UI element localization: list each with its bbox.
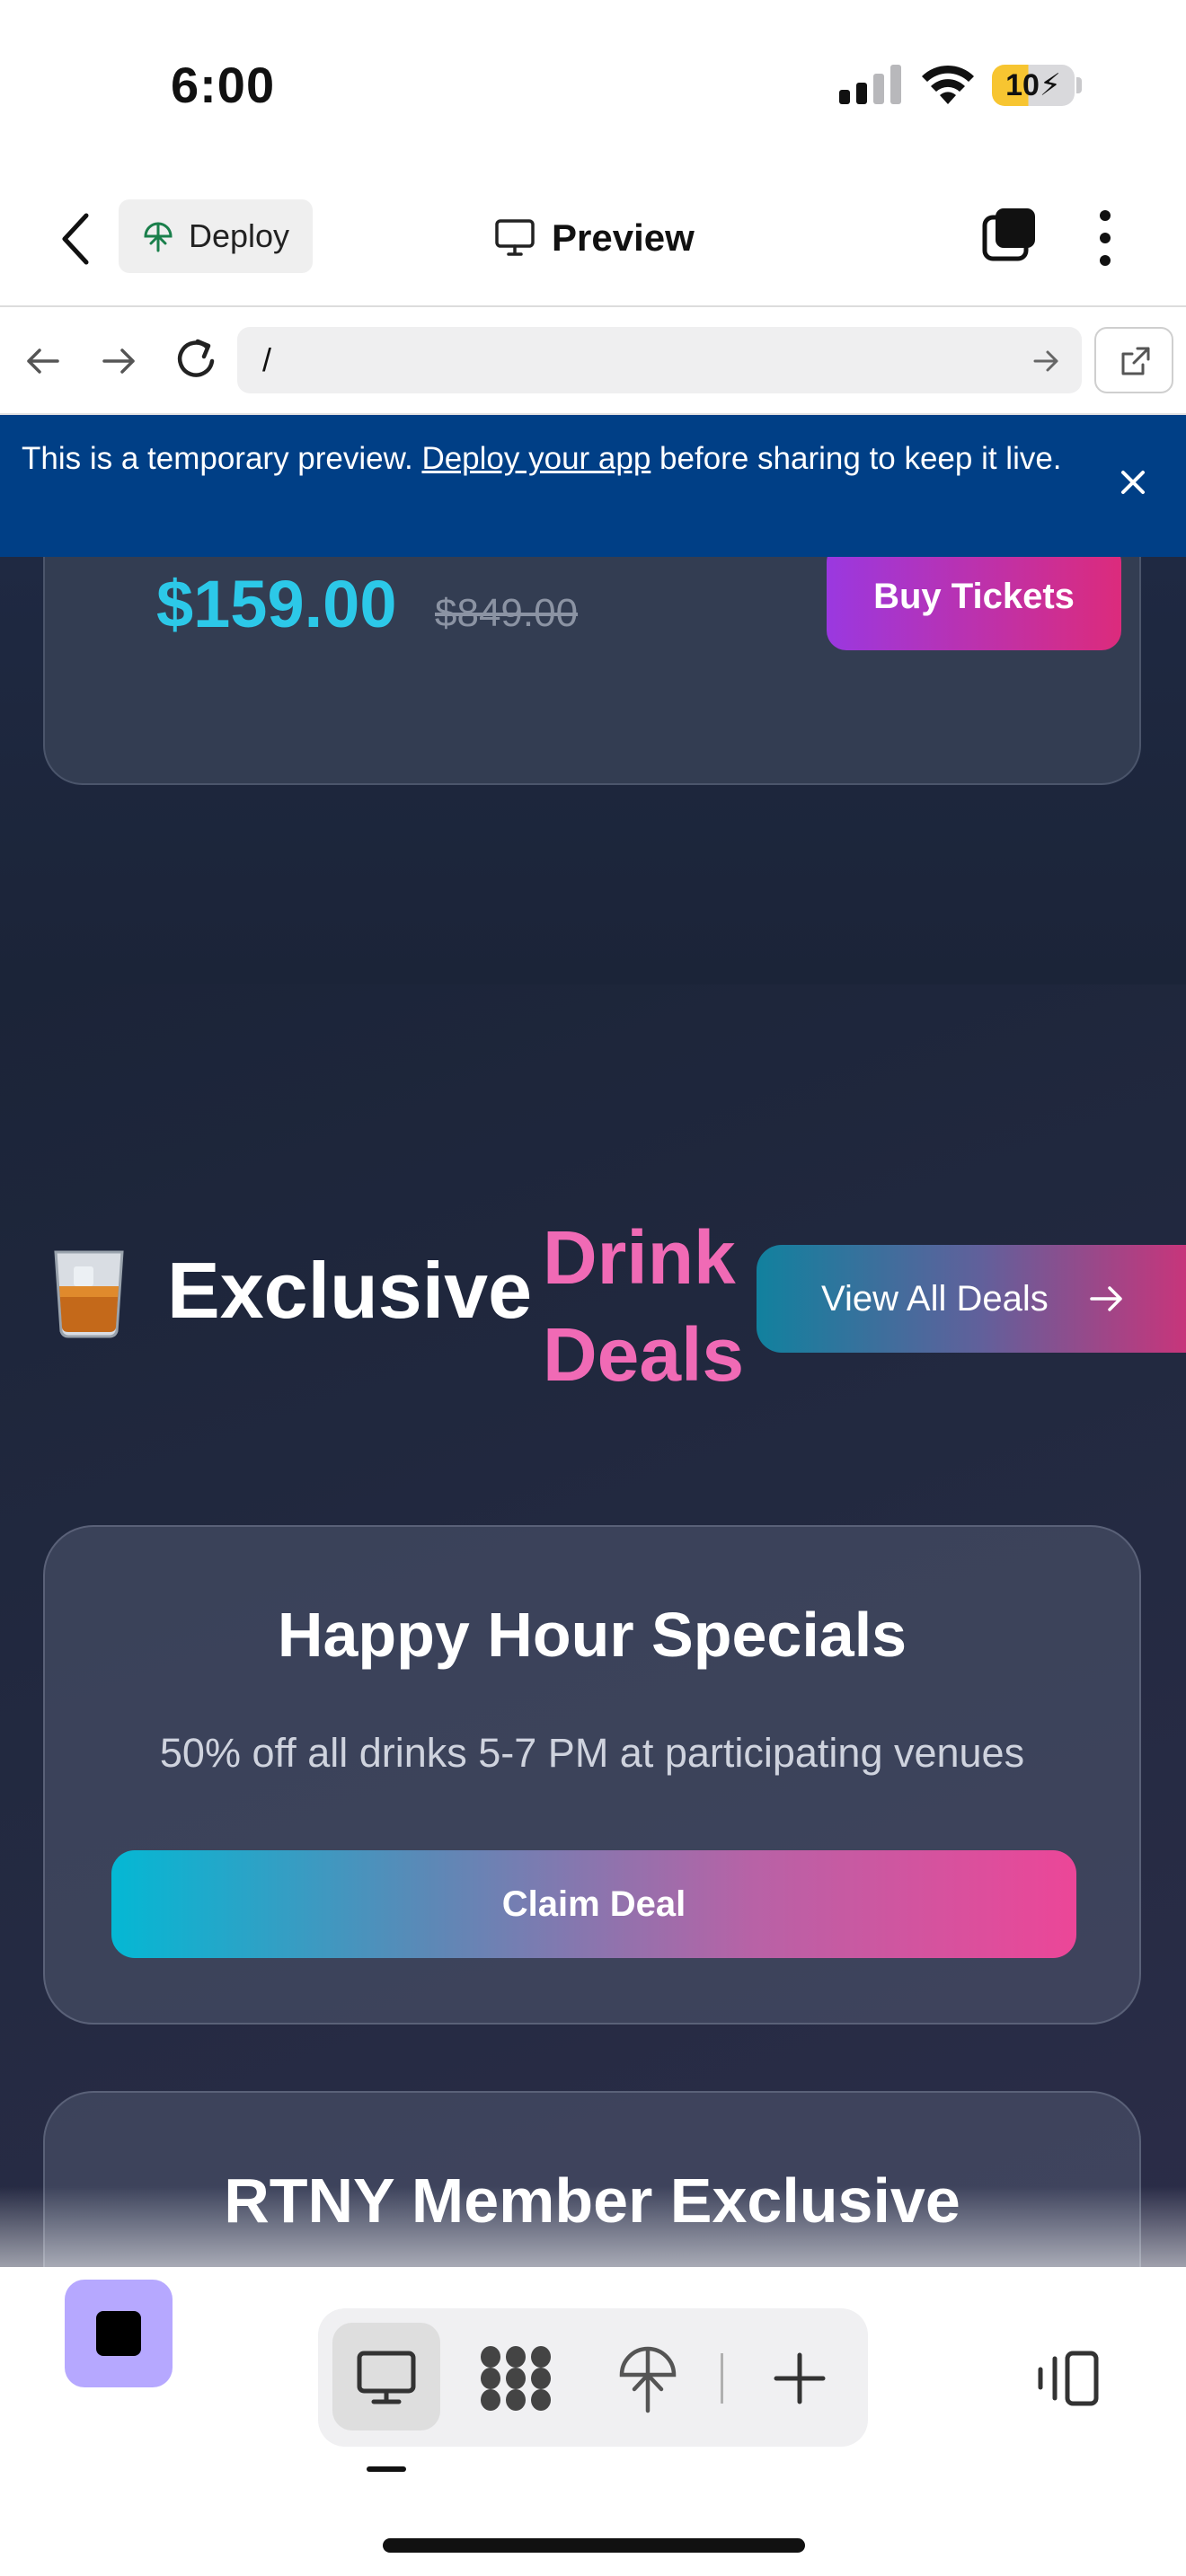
deploy-icon[interactable] <box>616 2342 679 2414</box>
original-price: $849.00 <box>435 591 579 635</box>
open-external-button[interactable] <box>1094 327 1173 393</box>
url-input[interactable]: / <box>237 327 1082 393</box>
drink-deals-section: Exclusive Drink Deals View All Deals Hap… <box>0 984 1186 2267</box>
battery-nub <box>1076 77 1082 93</box>
ticket-price: $159.00 <box>156 567 397 641</box>
url-text: / <box>262 341 272 378</box>
stop-icon <box>96 2311 141 2356</box>
battery-icon: 10⚡ <box>992 65 1075 106</box>
buy-tickets-button[interactable]: Buy Tickets <box>827 557 1121 650</box>
app-header: Deploy Preview <box>0 171 1186 307</box>
cellular-signal-icon <box>839 65 901 104</box>
wifi-icon <box>922 65 974 104</box>
desktop-preview-button[interactable] <box>332 2323 440 2430</box>
deals-title-accent-line1: Drink <box>543 1215 736 1300</box>
page-title: Preview <box>552 216 695 259</box>
preview-tab: Preview <box>494 207 695 269</box>
go-arrow-icon[interactable] <box>1031 347 1060 375</box>
deploy-app-link[interactable]: Deploy your app <box>421 441 651 476</box>
more-icon[interactable] <box>1093 207 1118 269</box>
deal-title: Happy Hour Specials <box>277 1600 907 1670</box>
tabs-icon[interactable] <box>981 207 1037 262</box>
active-tab-indicator <box>367 2466 406 2472</box>
deploy-icon <box>144 222 173 252</box>
ticket-card: $159.00 $849.00 Buy Tickets <box>43 557 1141 785</box>
banner-text-before: This is a temporary preview. <box>22 441 422 476</box>
deploy-button[interactable]: Deploy <box>119 199 313 273</box>
tickets-section: $159.00 $849.00 Buy Tickets <box>0 557 1186 984</box>
view-all-deals-label: View All Deals <box>821 1278 1049 1319</box>
monitor-icon <box>495 219 535 256</box>
panel-toggle-icon[interactable] <box>1035 2350 1100 2407</box>
battery-level: 10⚡ <box>1005 68 1061 102</box>
view-all-deals-button[interactable]: View All Deals <box>757 1245 1186 1353</box>
arrow-right-icon <box>1089 1286 1122 1311</box>
status-time: 6:00 <box>171 57 276 113</box>
close-icon[interactable] <box>1112 462 1154 503</box>
back-icon[interactable] <box>54 207 101 271</box>
temporary-preview-banner: This is a temporary preview. Deploy your… <box>0 415 1186 557</box>
browser-toolbar: / <box>0 307 1186 415</box>
claim-deal-button[interactable]: Claim Deal <box>111 1850 1076 1958</box>
apps-icon[interactable] <box>478 2344 553 2413</box>
deals-title: Exclusive <box>167 1246 533 1335</box>
deploy-label: Deploy <box>189 217 290 254</box>
deals-title-accent: Drink Deals <box>543 1209 744 1403</box>
webview-bottom-fade <box>0 2186 1186 2267</box>
banner-text: This is a temporary preview. Deploy your… <box>22 435 1082 483</box>
arrow-right-icon[interactable] <box>97 340 140 383</box>
deal-description: 50% off all drinks 5-7 PM at participati… <box>159 1730 1025 1776</box>
webview: $159.00 $849.00 Buy Tickets Exclusive Dr… <box>0 557 1186 2267</box>
stop-button[interactable] <box>65 2280 173 2387</box>
external-link-icon <box>1121 347 1150 375</box>
reload-icon[interactable] <box>171 334 221 384</box>
whiskey-glass-icon <box>54 1250 124 1338</box>
deal-card-happy-hour: Happy Hour Specials 50% off all drinks 5… <box>43 1525 1141 2025</box>
divider <box>721 2353 723 2404</box>
monitor-icon <box>357 2351 416 2404</box>
home-indicator <box>383 2538 805 2553</box>
deals-title-accent-line2: Deals <box>543 1312 745 1397</box>
arrow-left-icon[interactable] <box>22 340 65 383</box>
banner-text-after: before sharing to keep it live. <box>651 441 1062 476</box>
add-icon[interactable] <box>771 2350 828 2407</box>
